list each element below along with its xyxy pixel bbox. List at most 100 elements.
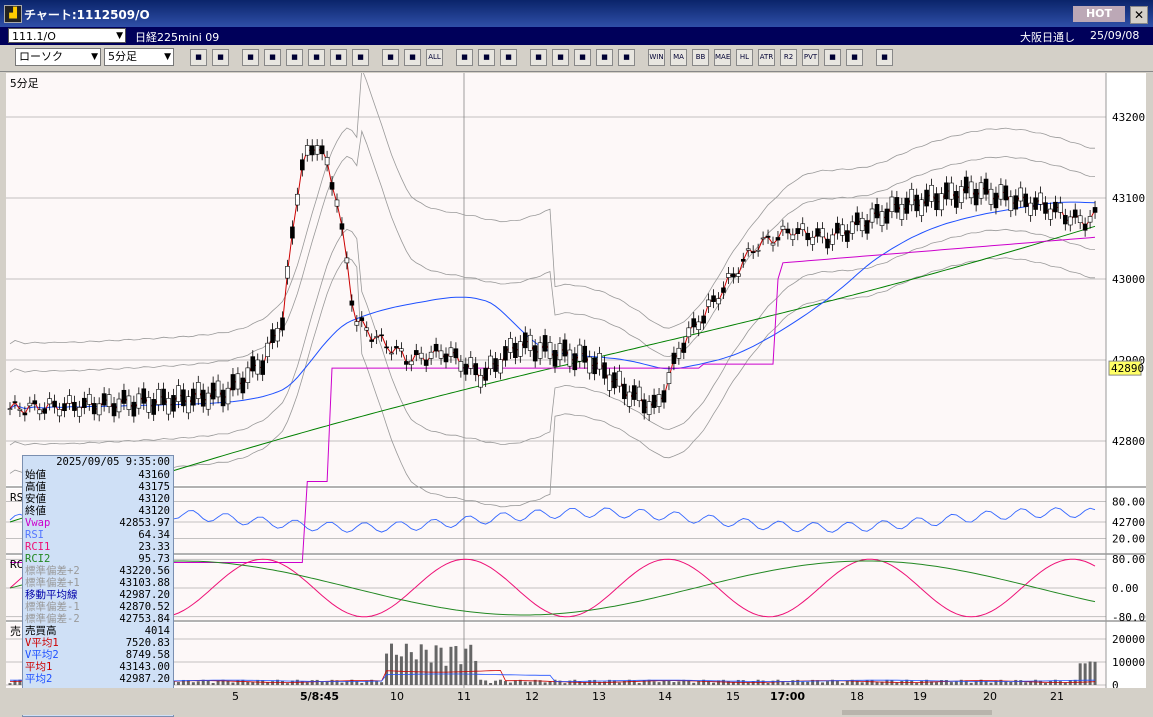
toolbar-list-button[interactable]: ■ xyxy=(330,49,347,66)
toolbar-window-button[interactable]: ■ xyxy=(212,49,229,66)
symbol-select[interactable]: 111.1/O ▼ xyxy=(8,28,126,43)
candle-body xyxy=(617,370,622,387)
toolbar-split-button[interactable]: ■ xyxy=(382,49,399,66)
candle-body xyxy=(998,184,1004,200)
toolbar-search-button[interactable]: ■ xyxy=(552,49,569,66)
horizontal-scrollbar[interactable] xyxy=(842,710,992,715)
toolbar-palette-button[interactable]: ■ xyxy=(500,49,517,66)
candle-body xyxy=(344,257,350,264)
volume-bar xyxy=(474,660,478,685)
interval-select[interactable]: 5分足 ▼ xyxy=(104,48,174,66)
candle-body xyxy=(171,395,176,412)
candle-body xyxy=(879,211,885,226)
candle-body xyxy=(597,353,602,370)
toolbar-pencil-button[interactable]: ■ xyxy=(242,49,259,66)
candle-body xyxy=(428,351,434,359)
volume-bar xyxy=(300,681,304,685)
toolbar-trash-button[interactable]: ■ xyxy=(352,49,369,66)
candle-body xyxy=(884,208,890,224)
candle-body xyxy=(364,327,370,331)
data-window: 2025/09/05 9:35:00 始値 43160 高値 43175 安値 43120… xyxy=(22,455,174,717)
candle-body xyxy=(726,273,731,278)
toolbar-pointer-button[interactable]: ■ xyxy=(286,49,303,66)
toolbar-eraser-button[interactable]: ■ xyxy=(264,49,281,66)
hot-button[interactable]: HOT xyxy=(1073,6,1125,22)
candle-body xyxy=(106,394,112,407)
chart-area[interactable]: 43200 43100 43000 42900 42800 42700 5分足 42890 RS… xyxy=(6,73,1146,688)
candle-body xyxy=(215,380,221,398)
candle-body xyxy=(423,359,429,366)
volume-bar xyxy=(211,682,215,685)
candle-body xyxy=(696,321,701,330)
instrument-name: 日経225mini 09 xyxy=(135,31,220,44)
candle-body xyxy=(374,336,379,338)
data-row-value: 7520.83 xyxy=(125,637,170,649)
data-row-value: 42870.52 xyxy=(119,601,170,613)
data-row-value: 43143.00 xyxy=(119,661,170,673)
data-row: 売買高 4014 xyxy=(23,625,173,637)
toolbar-r2-button[interactable]: R2 xyxy=(780,49,797,66)
volume-bar xyxy=(360,682,364,685)
data-row-value: 43120 xyxy=(138,505,170,517)
toolbar-bb-button[interactable]: BB xyxy=(692,49,709,66)
candle-body xyxy=(562,339,568,357)
candle-body xyxy=(894,197,900,213)
volume-bar xyxy=(1004,681,1008,685)
candle-body xyxy=(958,186,964,203)
toolbar-signal-button[interactable]: ■ xyxy=(596,49,613,66)
data-row-value: 42987.20 xyxy=(119,673,170,685)
toolbar-split2-button[interactable]: ■ xyxy=(404,49,421,66)
candle-body xyxy=(993,192,999,209)
toolbar-box-button[interactable]: ■ xyxy=(824,49,841,66)
candle-body xyxy=(181,389,186,407)
toolbar-import-button[interactable]: ■ xyxy=(530,49,547,66)
toolbar-redo-button[interactable]: ■ xyxy=(308,49,325,66)
data-row-value: 95.73 xyxy=(138,553,170,565)
volume-bar xyxy=(776,679,780,685)
candle-body xyxy=(1082,223,1088,231)
candle-body xyxy=(646,401,652,415)
chart-canvas[interactable]: 4320043100430004290042800427005分足42890RS… xyxy=(6,73,1146,688)
volume-bar xyxy=(835,680,839,685)
toolbar-log-button[interactable]: ■ xyxy=(846,49,863,66)
toolbar-ma-button[interactable]: MA xyxy=(670,49,687,66)
toolbar-export-button[interactable]: ■ xyxy=(876,49,893,66)
volume-bar xyxy=(503,681,507,685)
toolbar-all-button[interactable]: ALL xyxy=(426,49,443,66)
candle-body xyxy=(736,273,741,277)
candle-body xyxy=(1033,197,1038,210)
data-row-key: RCI1 xyxy=(25,541,51,553)
candle-body xyxy=(478,375,483,388)
toolbar-bar-button[interactable]: ■ xyxy=(574,49,591,66)
toolbar-atr-button[interactable]: ATR xyxy=(758,49,775,66)
volume-bar xyxy=(1044,683,1047,685)
time-tick-label: 13 xyxy=(592,690,606,703)
toolbar-zoom-button[interactable]: ■ xyxy=(190,49,207,66)
toolbar-win-button[interactable]: WIN xyxy=(648,49,665,66)
toolbar-hl-button[interactable]: HL xyxy=(736,49,753,66)
time-tick-label: 17:00 xyxy=(770,690,806,703)
data-row-key: Vwap xyxy=(25,517,51,529)
toolbar-draw-button[interactable]: ■ xyxy=(478,49,495,66)
candle-body xyxy=(1038,192,1043,205)
volume-bar xyxy=(523,681,527,685)
volume-bar xyxy=(469,644,473,685)
close-icon[interactable]: ✕ xyxy=(1130,6,1148,24)
volume-bar xyxy=(791,680,795,685)
rsi-tick-label: 20.00 xyxy=(1112,533,1145,546)
chart-type-select[interactable]: ローソク ▼ xyxy=(15,48,101,66)
toolbar-settings-button[interactable]: ■ xyxy=(456,49,473,66)
data-row-key: RSI xyxy=(25,529,44,541)
window-title: チャート:1112509/O xyxy=(24,8,150,22)
toolbar-blank-button[interactable]: ■ xyxy=(618,49,635,66)
candle-body xyxy=(622,383,627,400)
toolbar-pvt-button[interactable]: PVT xyxy=(802,49,819,66)
toolbar-mae-button[interactable]: MAE xyxy=(714,49,731,66)
candle-body xyxy=(324,157,330,166)
data-row-value: 64.34 xyxy=(138,529,170,541)
volume-bar xyxy=(935,682,938,685)
volume-bar xyxy=(434,645,438,685)
candle-body xyxy=(37,409,43,415)
volume-bar xyxy=(479,679,483,685)
volume-bar xyxy=(949,682,953,685)
